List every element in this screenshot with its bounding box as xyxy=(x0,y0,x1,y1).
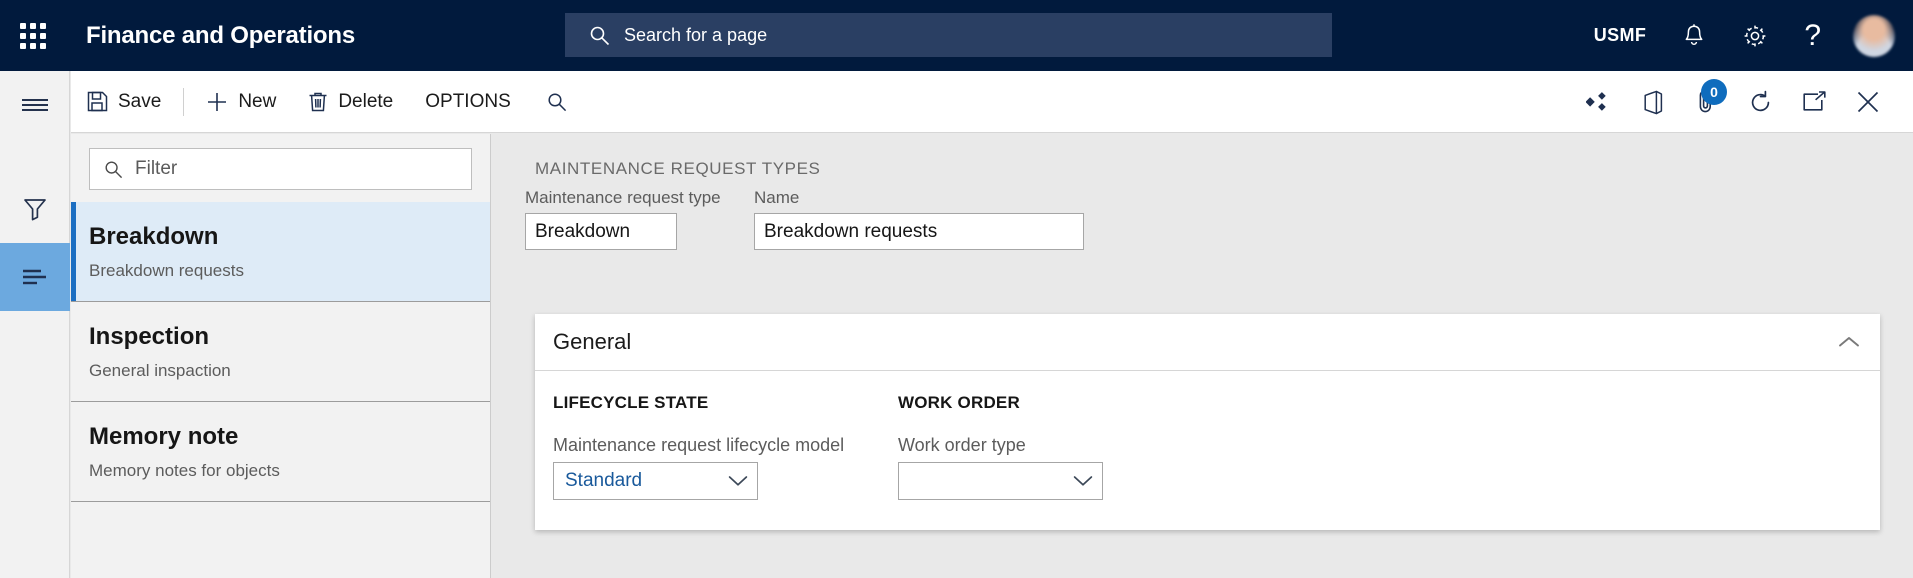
settings-button[interactable] xyxy=(1724,0,1786,71)
filter-pane-button[interactable] xyxy=(0,175,70,243)
list-item[interactable]: Memory note Memory notes for objects xyxy=(71,402,490,502)
search-icon xyxy=(547,92,567,112)
lifecycle-model-dropdown[interactable]: Standard xyxy=(553,462,758,500)
rail-spacer xyxy=(0,139,69,175)
chevron-down-icon xyxy=(728,475,748,487)
company-label: USMF xyxy=(1593,25,1647,45)
save-label: Save xyxy=(118,90,162,112)
refresh-icon xyxy=(1748,90,1773,115)
filter-funnel-icon xyxy=(22,196,48,222)
global-search-box[interactable]: Search for a page xyxy=(565,13,1332,57)
lifecycle-model-value: Standard xyxy=(565,470,643,491)
maintenance-request-type-input[interactable]: Breakdown xyxy=(525,213,677,250)
user-avatar[interactable] xyxy=(1853,14,1895,57)
lifecycle-model-label: Maintenance request lifecycle model xyxy=(553,435,845,455)
name-field: Name Breakdown requests xyxy=(754,188,1084,250)
lifecycle-state-column: LIFECYCLE STATE Maintenance request life… xyxy=(553,393,898,500)
toolbar-right-group: 0 xyxy=(1571,71,1913,133)
left-navigation-rail xyxy=(0,71,70,578)
refresh-button[interactable] xyxy=(1733,71,1787,133)
new-label: New xyxy=(238,90,277,112)
hamburger-menu-icon xyxy=(21,97,49,113)
work-order-heading: WORK ORDER xyxy=(898,393,1020,412)
work-order-column: WORK ORDER Work order type xyxy=(898,393,1243,500)
app-launcher-waffle-icon xyxy=(20,22,46,49)
options-label: OPTIONS xyxy=(425,90,511,112)
close-button[interactable] xyxy=(1841,71,1895,133)
maintenance-request-type-field: Maintenance request type Breakdown xyxy=(525,188,721,250)
company-selector[interactable]: USMF xyxy=(1576,0,1665,71)
list-item-subtitle: Memory notes for objects xyxy=(89,461,280,480)
toolbar-divider xyxy=(183,87,185,116)
list-pane: Filter Breakdown Breakdown requests Insp… xyxy=(71,134,491,578)
delete-label: Delete xyxy=(338,90,394,112)
chevron-up-icon[interactable] xyxy=(1838,335,1860,349)
lifecycle-state-heading: LIFECYCLE STATE xyxy=(553,393,709,412)
maintenance-request-type-label: Maintenance request type xyxy=(525,188,721,207)
filter-placeholder: Filter xyxy=(135,158,178,179)
list-item-title: Memory note xyxy=(89,423,239,450)
work-order-type-dropdown[interactable] xyxy=(898,462,1103,500)
open-in-office-button[interactable] xyxy=(1625,71,1679,133)
question-mark-icon: ? xyxy=(1804,18,1821,52)
relationships-diamond-icon xyxy=(1586,92,1610,112)
list-item-title: Inspection xyxy=(89,323,210,350)
trash-can-icon xyxy=(308,91,328,112)
list-item-subtitle: Breakdown requests xyxy=(89,261,244,280)
open-in-new-window-button[interactable] xyxy=(1787,71,1841,133)
new-button[interactable]: New xyxy=(190,71,292,133)
relationships-button[interactable] xyxy=(1571,71,1625,133)
hamburger-menu-button[interactable] xyxy=(0,71,70,139)
open-in-new-window-icon xyxy=(1802,91,1827,113)
list-item-subtitle: General inspaction xyxy=(89,361,231,380)
search-icon xyxy=(104,160,123,179)
bell-icon xyxy=(1682,23,1706,49)
save-button[interactable]: Save xyxy=(71,71,177,133)
plus-icon xyxy=(206,91,228,113)
notifications-button[interactable] xyxy=(1664,0,1724,71)
gear-icon xyxy=(1742,23,1768,49)
general-section-card: General LIFECYCLE STATE Maintenance requ… xyxy=(535,314,1880,530)
search-icon xyxy=(589,25,610,46)
top-nav-right-group: USMF ? xyxy=(1576,0,1913,71)
top-navigation-bar: Finance and Operations Search for a page… xyxy=(0,0,1913,71)
name-label: Name xyxy=(754,188,800,207)
app-title: Finance and Operations xyxy=(86,21,355,49)
delete-button[interactable]: Delete xyxy=(292,71,409,133)
list-item[interactable]: Breakdown Breakdown requests xyxy=(71,202,490,302)
general-section-body: LIFECYCLE STATE Maintenance request life… xyxy=(535,371,1880,530)
list-item-title: Breakdown xyxy=(89,223,219,250)
filter-container: Filter xyxy=(71,134,490,202)
toolbar-search-button[interactable] xyxy=(527,71,587,133)
attachments-button[interactable]: 0 xyxy=(1679,71,1733,133)
app-launcher-button[interactable] xyxy=(0,0,66,71)
open-in-office-icon xyxy=(1642,90,1663,115)
close-icon xyxy=(1856,90,1880,114)
save-disk-icon xyxy=(87,91,108,112)
options-button[interactable]: OPTIONS xyxy=(409,71,527,133)
attachments-count-badge: 0 xyxy=(1701,79,1727,105)
list-item[interactable]: Inspection General inspaction xyxy=(71,302,490,402)
list-lines-icon xyxy=(21,268,49,286)
name-input[interactable]: Breakdown requests xyxy=(754,213,1084,250)
chevron-down-icon xyxy=(1073,475,1093,487)
work-order-type-label: Work order type xyxy=(898,435,1026,455)
help-button[interactable]: ? xyxy=(1786,0,1839,71)
filter-input[interactable]: Filter xyxy=(89,148,472,190)
page-title: MAINTENANCE REQUEST TYPES xyxy=(535,159,821,178)
general-section-title: General xyxy=(553,329,632,354)
list-pane-button[interactable] xyxy=(0,243,70,311)
main-content-area: MAINTENANCE REQUEST TYPES Maintenance re… xyxy=(492,134,1913,578)
action-toolbar: Save New Delete OPTIONS 0 xyxy=(71,71,1913,133)
global-search-placeholder: Search for a page xyxy=(624,24,768,45)
general-section-header[interactable]: General xyxy=(535,314,1880,371)
